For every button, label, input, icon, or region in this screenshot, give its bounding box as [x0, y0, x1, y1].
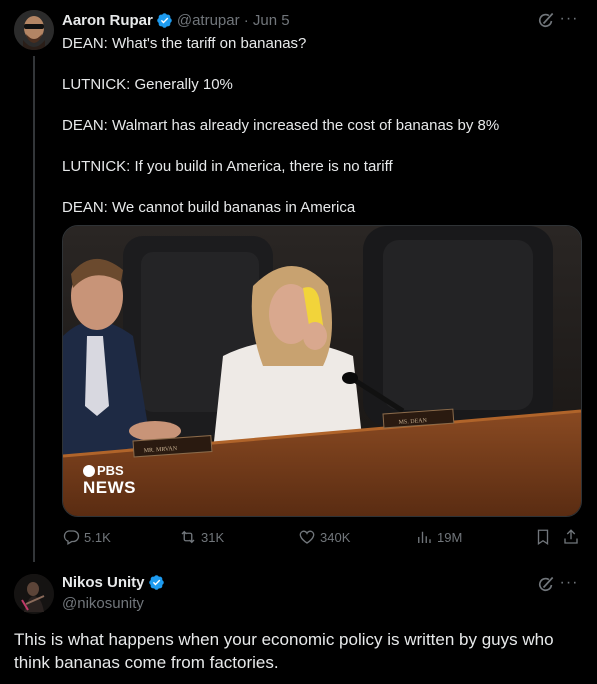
hearing-scene-image: MR. MRVAN MS. DEAN — [63, 226, 581, 516]
bookmark-button[interactable] — [534, 528, 552, 546]
repost-button[interactable]: 31K — [179, 528, 224, 546]
tweet-header: Aaron Rupar @atrupar · Jun 5 — [62, 10, 290, 30]
tweet-line-2: LUTNICK: Generally 10% — [62, 76, 233, 93]
reply-button[interactable]: 5.1K — [62, 528, 111, 546]
author-name[interactable]: Nikos Unity — [62, 574, 145, 591]
reply-icon — [63, 530, 80, 545]
heart-icon — [299, 530, 315, 544]
avatar-guitarist-icon — [14, 574, 54, 614]
author-handle-time[interactable]: @atrupar · Jun 5 — [177, 12, 290, 29]
pbs-news-logo: PBS NEWS — [83, 464, 136, 496]
grok-icon[interactable] — [536, 11, 556, 31]
more-options-icon[interactable]: ··· — [557, 8, 581, 32]
reply-count: 5.1K — [84, 529, 111, 545]
like-count: 340K — [320, 529, 351, 545]
view-count: 19M — [437, 529, 463, 545]
repost-count: 31K — [201, 529, 225, 545]
tweet-nikos-unity[interactable]: Nikos Unity @nikosunity ··· This is what… — [0, 564, 597, 684]
views-chart-icon — [418, 531, 431, 543]
tweet-line-3: DEAN: Walmart has already increased the … — [62, 117, 500, 134]
tweet-line-5: DEAN: We cannot build bananas in America — [62, 199, 356, 216]
avatar-face-icon — [14, 10, 54, 50]
logo-bottom-text: NEWS — [83, 478, 136, 497]
thread-connector-line — [33, 56, 35, 562]
reply-text: This is what happens when your economic … — [14, 630, 554, 672]
bookmark-icon — [537, 529, 549, 546]
video-thumbnail[interactable]: MR. MRVAN MS. DEAN PBS NEWS — [62, 225, 582, 517]
reply-author-header: Nikos Unity — [62, 574, 169, 591]
tweet-text: DEAN: What's the tariff on bananas? LUTN… — [62, 34, 582, 239]
logo-top-text: PBS — [97, 463, 124, 478]
tweet-aaron-rupar[interactable]: Aaron Rupar @atrupar · Jun 5 ··· DEAN: W… — [0, 0, 597, 564]
like-button[interactable]: 340K — [298, 528, 350, 546]
share-button[interactable] — [562, 528, 580, 546]
tweet-actions: 5.1K 31K 340K 19M — [62, 528, 582, 548]
verified-badge-icon — [157, 12, 172, 28]
author-handle[interactable]: @nikosunity — [62, 595, 144, 612]
tweet-line-1: DEAN: What's the tariff on bananas? — [62, 35, 307, 52]
avatar[interactable] — [14, 574, 54, 614]
avatar[interactable] — [14, 10, 54, 50]
tweet-line-4: LUTNICK: If you build in America, there … — [62, 158, 393, 175]
more-options-icon[interactable]: ··· — [557, 572, 581, 596]
grok-icon[interactable] — [536, 575, 556, 595]
views-button[interactable]: 19M — [415, 528, 462, 546]
share-icon — [564, 529, 578, 544]
repost-icon — [181, 530, 195, 544]
author-name[interactable]: Aaron Rupar — [62, 12, 153, 29]
verified-badge-icon — [148, 575, 164, 590]
